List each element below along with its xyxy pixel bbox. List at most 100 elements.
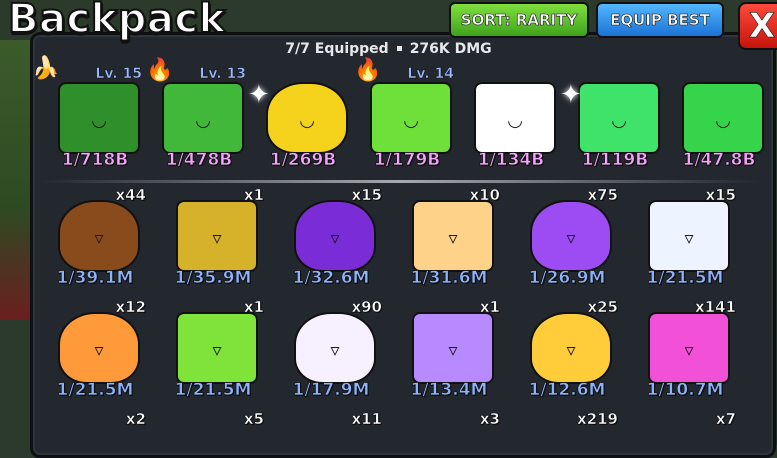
inventory-pet-slot[interactable]: ▿ x1 1/35.9M: [158, 186, 268, 289]
pet-rarity: 1/21.5M: [646, 268, 724, 289]
inventory-pet-slot[interactable]: ▿ x1 1/21.5M: [158, 298, 268, 401]
pet-face: ◡: [196, 109, 210, 131]
pet-count: x11: [351, 412, 382, 428]
pet-rarity: 1/134B: [477, 150, 545, 171]
pet-rarity: 1/31.6M: [410, 268, 488, 289]
inventory-pet-slot[interactable]: ▿ x15 1/21.5M: [630, 186, 740, 289]
inventory-pet-slot[interactable]: ▿ x75 1/26.9M: [512, 186, 622, 289]
pet-rarity: 1/718B: [61, 150, 129, 171]
section-divider: [40, 180, 760, 183]
pet-face: ▿: [212, 339, 222, 361]
inventory-pet-slot[interactable]: ▿ x141 1/10.7M: [630, 298, 740, 401]
pet-sprite: ◡: [58, 82, 140, 154]
sparkle-icon: ✦: [560, 80, 582, 110]
sort-button[interactable]: SORT: RARITY: [449, 2, 589, 38]
pet-count: x12: [115, 298, 146, 317]
equipped-pet-slot[interactable]: ◡ Lv. 14 🔥 1/179B: [352, 58, 462, 171]
pet-face: ◡: [300, 109, 314, 131]
pet-count: x15: [351, 186, 382, 205]
pet-sprite: ▿: [176, 312, 258, 384]
inventory-pet-slot[interactable]: ▿ x25 1/12.6M: [512, 298, 622, 401]
pet-rarity: 1/119B: [581, 150, 649, 171]
pet-face: ▿: [684, 339, 694, 361]
inventory-pet-slot[interactable]: x5: [158, 412, 268, 445]
pet-count: x141: [695, 298, 737, 317]
equipped-count: 7/7 Equipped: [285, 41, 389, 57]
pet-rarity: 1/32.6M: [292, 268, 370, 289]
equip-summary: 7/7 Equipped 276K DMG: [0, 41, 777, 57]
backpack-title: Backpack: [7, 0, 226, 43]
pet-face: ▿: [448, 227, 458, 249]
inventory-pet-slot[interactable]: ▿ x15 1/32.6M: [276, 186, 386, 289]
pet-rarity: 1/478B: [165, 150, 233, 171]
pet-face: ▿: [330, 339, 340, 361]
pet-count: x7: [715, 412, 737, 428]
pet-face: ▿: [212, 227, 222, 249]
pet-sprite: ▿: [58, 312, 140, 384]
flame-icon: 🔥: [146, 58, 174, 83]
inventory-pet-slot[interactable]: ▿ x1 1/13.4M: [394, 298, 504, 401]
pet-level: Lv. 14: [407, 66, 454, 83]
equipped-pet-slot[interactable]: ◡ 1/47.8B: [664, 70, 774, 170]
pet-sprite: ▿: [294, 312, 376, 384]
pet-face: ▿: [448, 339, 458, 361]
equipped-pet-slot[interactable]: ◡ ✦ 1/119B: [560, 70, 670, 170]
pet-sprite: ▿: [176, 200, 258, 272]
inventory-pet-slot[interactable]: x219: [512, 412, 622, 445]
separator-dot: [396, 46, 402, 51]
inventory-pet-slot[interactable]: ▿ x90 1/17.9M: [276, 298, 386, 401]
pet-sprite: ▿: [58, 200, 140, 272]
inventory-pet-slot[interactable]: ▿ x44 1/39.1M: [40, 186, 150, 289]
pet-count: x90: [351, 298, 382, 317]
pet-sprite: ◡: [370, 82, 452, 154]
pet-rarity: 1/179B: [373, 150, 441, 171]
pet-count: x5: [243, 412, 265, 428]
pet-sprite: ▿: [530, 312, 612, 384]
pet-count: x2: [125, 412, 147, 428]
equipped-pet-slot[interactable]: ◡ ✦ 1/269B: [248, 70, 358, 170]
pet-count: x10: [469, 186, 500, 205]
equipped-pet-slot[interactable]: ◡ Lv. 13 🔥 1/478B: [144, 58, 254, 171]
pet-face: ◡: [508, 109, 522, 131]
inventory-pet-slot[interactable]: ▿ x10 1/31.6M: [394, 186, 504, 289]
pet-sprite: ▿: [412, 312, 494, 384]
pet-sprite: ◡: [578, 82, 660, 154]
pet-sprite: ◡: [162, 82, 244, 154]
inventory-pet-slot[interactable]: x7: [630, 412, 740, 445]
pet-rarity: 1/12.6M: [528, 380, 606, 401]
equipped-pet-slot[interactable]: ◡ Lv. 15 🍌 1/718B: [32, 56, 150, 171]
sparkle-icon: ✦: [248, 80, 270, 110]
pet-count: x219: [577, 412, 619, 428]
pet-face: ▿: [94, 339, 104, 361]
pet-rarity: 1/35.9M: [174, 268, 252, 289]
pet-count: x25: [587, 298, 618, 317]
pet-rarity: 1/26.9M: [528, 268, 606, 289]
pet-sprite: ◡: [474, 82, 556, 154]
pet-face: ▿: [330, 227, 340, 249]
pet-count: x44: [115, 186, 146, 205]
pet-count: x1: [243, 186, 265, 205]
damage-total: 276K DMG: [409, 41, 492, 57]
inventory-pet-slot[interactable]: x11: [276, 412, 386, 445]
pet-count: x3: [479, 412, 501, 428]
inventory-pet-slot[interactable]: x3: [394, 412, 504, 445]
pet-face: ◡: [92, 109, 106, 131]
inventory-pet-slot[interactable]: ▿ x12 1/21.5M: [40, 298, 150, 401]
pet-rarity: 1/21.5M: [56, 380, 134, 401]
pet-count: x1: [243, 298, 265, 317]
pet-count: x1: [479, 298, 501, 317]
equip-best-button[interactable]: EQUIP BEST: [596, 2, 724, 38]
pet-sprite: ▿: [412, 200, 494, 272]
pet-rarity: 1/269B: [269, 150, 337, 171]
pet-rarity: 1/17.9M: [292, 380, 370, 401]
pet-face: ▿: [566, 227, 576, 249]
inventory-pet-slot[interactable]: x2: [40, 412, 150, 445]
equipped-pet-slot[interactable]: ◡ 1/134B: [456, 70, 566, 170]
pet-sprite: ▿: [530, 200, 612, 272]
pet-face: ▿: [94, 227, 104, 249]
pet-count: x75: [587, 186, 618, 205]
pet-sprite: ▿: [648, 312, 730, 384]
pet-face: ◡: [612, 109, 626, 131]
pet-sprite: ▿: [294, 200, 376, 272]
pet-rarity: 1/21.5M: [174, 380, 252, 401]
